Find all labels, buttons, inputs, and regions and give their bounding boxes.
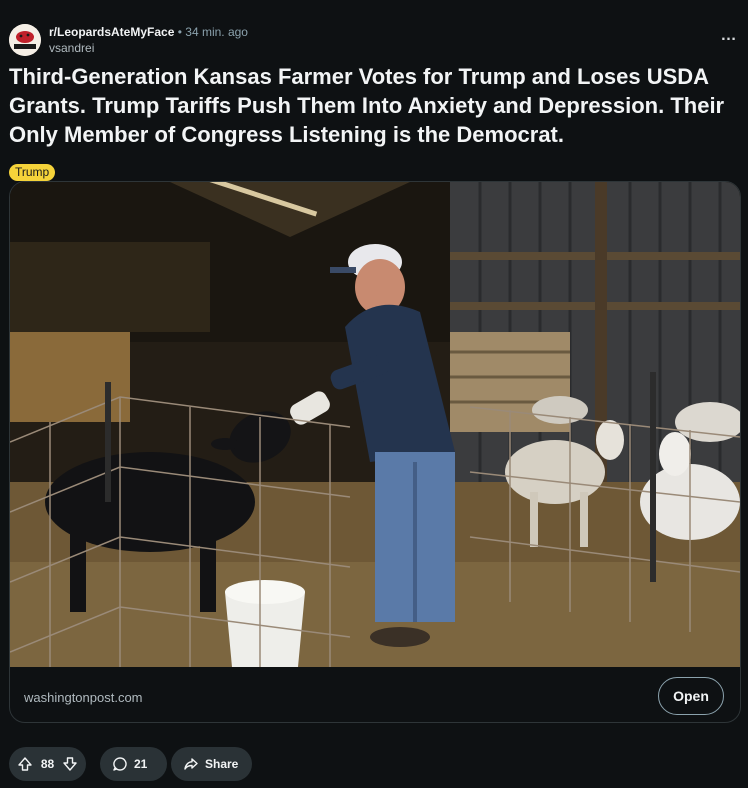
more-options-icon[interactable]: … xyxy=(719,28,739,46)
vote-count: 88 xyxy=(40,757,55,771)
link-card[interactable]: washingtonpost.com Open xyxy=(9,181,741,723)
share-label: Share xyxy=(205,757,239,771)
comment-count: 21 xyxy=(134,757,148,771)
open-link-button[interactable]: Open xyxy=(658,677,724,715)
post-time: 34 min. ago xyxy=(185,25,248,39)
share-icon xyxy=(183,756,199,772)
article-photo[interactable] xyxy=(10,182,740,667)
post-title[interactable]: Third-Generation Kansas Farmer Votes for… xyxy=(9,62,739,149)
downvote-icon[interactable] xyxy=(62,756,78,772)
share-button[interactable]: Share xyxy=(171,747,252,781)
post-header: r/LeopardsAteMyFace • 34 min. ago vsandr… xyxy=(9,22,739,58)
vote-controls: 88 xyxy=(9,747,86,781)
post-flair[interactable]: Trump xyxy=(9,164,56,181)
subreddit-meta: r/LeopardsAteMyFace • 34 min. ago xyxy=(49,25,248,39)
post-author[interactable]: vsandrei xyxy=(49,41,94,55)
upvote-icon[interactable] xyxy=(17,756,33,772)
subreddit-name[interactable]: r/LeopardsAteMyFace xyxy=(49,25,174,39)
link-domain[interactable]: washingtonpost.com xyxy=(24,690,143,705)
subreddit-avatar[interactable] xyxy=(9,24,41,56)
comments-button[interactable]: 21 xyxy=(100,747,167,781)
subreddit-logo-icon xyxy=(9,24,41,56)
comment-icon xyxy=(112,756,128,772)
meta-separator: • xyxy=(177,25,182,39)
